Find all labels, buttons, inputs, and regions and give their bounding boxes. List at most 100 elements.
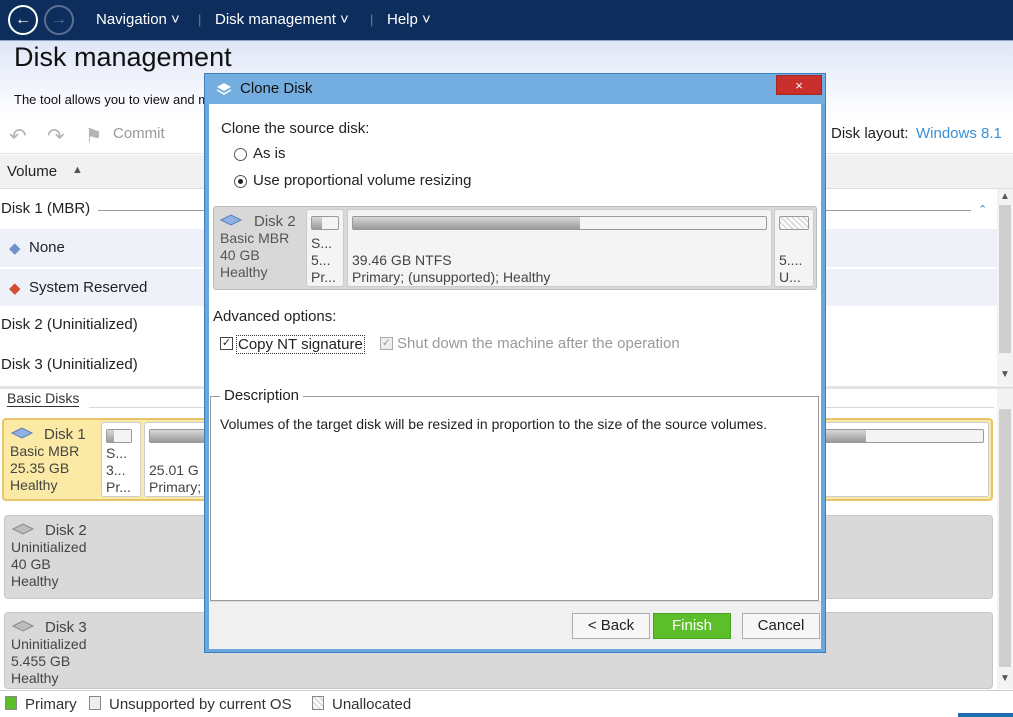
volume-size: 3... bbox=[106, 462, 126, 478]
volume-usage-bar bbox=[311, 216, 339, 230]
nav-separator: | bbox=[370, 12, 374, 27]
radio-proportional[interactable] bbox=[234, 175, 247, 188]
advanced-options-label: Advanced options: bbox=[213, 308, 337, 325]
volume-size: 5... bbox=[311, 252, 331, 268]
volume-icon: ◆ bbox=[9, 240, 21, 257]
clone-source-label: Clone the source disk: bbox=[221, 120, 370, 137]
disk-info: Disk 2 Basic MBR 40 GB Healthy bbox=[220, 213, 296, 281]
radio-proportional-label[interactable]: Use proportional volume resizing bbox=[253, 172, 471, 189]
volume-type: Pr... bbox=[311, 269, 336, 285]
basic-disks-label: Basic Disks bbox=[7, 390, 80, 407]
close-icon: × bbox=[795, 78, 803, 93]
volume-label: S... bbox=[311, 235, 333, 251]
disk-layout-label: Disk layout: bbox=[831, 125, 909, 142]
volume-type: Pr... bbox=[106, 479, 131, 495]
nav-menu-navigation[interactable]: Navigation ˅ bbox=[96, 11, 180, 28]
dialog-title: Clone Disk bbox=[240, 80, 313, 97]
legend-primary: Primary bbox=[25, 696, 77, 713]
cancel-button[interactable]: Cancel bbox=[742, 613, 820, 639]
top-navigation-bar: ← → Navigation ˅ | Disk management ˅ | H… bbox=[0, 0, 1013, 40]
close-button[interactable]: × bbox=[776, 75, 822, 95]
shutdown-checkbox: ✓ bbox=[380, 337, 393, 350]
disk-size: 40 GB bbox=[220, 247, 260, 263]
description-label: Description bbox=[220, 387, 304, 404]
disk-type: Uninitialized bbox=[11, 539, 87, 555]
row-label: Disk 2 (Uninitialized) bbox=[1, 316, 138, 333]
disk-size: 25.35 GB bbox=[10, 460, 70, 476]
disk-size: 40 GB bbox=[11, 556, 51, 572]
disk-status: Healthy bbox=[11, 573, 59, 589]
scroll-down-icon[interactable]: ▼ bbox=[1000, 369, 1010, 380]
collapse-icon[interactable]: ⌃ bbox=[978, 203, 987, 216]
row-label: System Reserved bbox=[29, 279, 148, 296]
volume-size: 25.01 G bbox=[149, 462, 199, 478]
finish-button[interactable]: Finish bbox=[653, 613, 731, 639]
horizontal-scroll-indicator[interactable] bbox=[958, 713, 1013, 717]
radio-as-is[interactable] bbox=[234, 148, 247, 161]
disk-name: Disk 3 bbox=[45, 619, 87, 636]
disk-type: Uninitialized bbox=[11, 636, 87, 652]
disk-name: Disk 1 bbox=[44, 426, 86, 443]
system-volume-icon: ◆ bbox=[9, 280, 21, 297]
volume-tile-unallocated[interactable]: 5.... U... bbox=[774, 209, 814, 287]
volume-size: 39.46 GB NTFS bbox=[352, 252, 452, 268]
disk-type: Basic MBR bbox=[10, 443, 80, 459]
row-label: None bbox=[29, 239, 65, 256]
finish-button-label: Finish bbox=[671, 617, 712, 634]
dialog-titlebar[interactable]: Clone Disk × bbox=[205, 74, 825, 104]
disk-name: Disk 2 bbox=[45, 522, 87, 539]
layers-icon bbox=[216, 83, 232, 95]
volume-tile-system[interactable]: S... 3... Pr... bbox=[101, 422, 141, 497]
back-button-label: < Back bbox=[587, 617, 635, 634]
dialog-body: Clone the source disk: As is Use proport… bbox=[209, 104, 821, 649]
disk-map-scrollbar[interactable]: ▼ bbox=[997, 389, 1013, 689]
disk-name: Disk 2 bbox=[254, 213, 296, 230]
volume-type: U... bbox=[779, 269, 801, 285]
disk-status: Healthy bbox=[11, 670, 59, 686]
nav-menu-help[interactable]: Help ˅ bbox=[387, 11, 431, 28]
cancel-button-label: Cancel bbox=[757, 617, 805, 634]
unallocated-swatch-icon bbox=[312, 696, 324, 710]
nav-menu-disk-management[interactable]: Disk management ˅ bbox=[215, 11, 349, 28]
radio-as-is-label[interactable]: As is bbox=[253, 145, 286, 162]
volume-status: Primary; (unsupported); Healthy bbox=[352, 269, 551, 285]
disk-info: Disk 2 Uninitialized 40 GB Healthy bbox=[11, 522, 87, 590]
nav-separator: | bbox=[198, 12, 202, 27]
copy-nt-label[interactable]: Copy NT signature bbox=[236, 335, 365, 354]
disk-status: Healthy bbox=[220, 264, 268, 280]
scroll-thumb[interactable] bbox=[999, 409, 1011, 667]
legend-bar: Primary Unsupported by current OS Unallo… bbox=[0, 690, 1013, 717]
commit-button[interactable]: Commit bbox=[113, 125, 165, 142]
back-button[interactable]: < Back bbox=[572, 613, 650, 639]
dialog-footer: < Back Finish Cancel bbox=[209, 601, 821, 649]
volume-label: S... bbox=[106, 445, 128, 461]
disk-layout-link[interactable]: Windows 8.1 bbox=[916, 125, 1002, 142]
table-scrollbar[interactable]: ▲ ▼ bbox=[997, 189, 1013, 385]
undo-icon[interactable]: ↶ bbox=[9, 124, 27, 149]
back-arrow-icon[interactable]: ← bbox=[8, 5, 38, 35]
legend-unallocated: Unallocated bbox=[332, 696, 412, 713]
disk-size: 5.455 GB bbox=[11, 653, 71, 669]
page-title: Disk management bbox=[14, 42, 232, 72]
scroll-up-icon[interactable]: ▲ bbox=[1000, 191, 1010, 202]
volume-usage-bar bbox=[779, 216, 809, 230]
volume-tile-system[interactable]: S... 5... Pr... bbox=[306, 209, 344, 287]
volume-type: Primary; bbox=[149, 479, 202, 495]
disk-type: Basic MBR bbox=[220, 230, 290, 246]
shutdown-label: Shut down the machine after the operatio… bbox=[397, 335, 680, 352]
description-group: Description Volumes of the target disk w… bbox=[210, 387, 819, 601]
volume-size: 5.... bbox=[779, 252, 803, 268]
copy-nt-checkbox[interactable]: ✓ bbox=[220, 337, 233, 350]
volume-tile-primary[interactable]: 39.46 GB NTFS Primary; (unsupported); He… bbox=[347, 209, 772, 287]
redo-icon[interactable]: ↷ bbox=[47, 124, 65, 149]
volume-usage-bar bbox=[352, 216, 767, 230]
commit-flag-icon[interactable]: ⚑ bbox=[85, 125, 102, 148]
source-disk-map: Disk 2 Basic MBR 40 GB Healthy S... 5...… bbox=[213, 206, 817, 290]
row-label: Disk 1 (MBR) bbox=[1, 200, 91, 217]
legend-unsupported: Unsupported by current OS bbox=[109, 696, 292, 713]
scroll-thumb[interactable] bbox=[999, 205, 1011, 353]
scroll-down-icon[interactable]: ▼ bbox=[1000, 673, 1010, 684]
sort-up-icon: ▲ bbox=[72, 164, 83, 176]
forward-arrow-icon[interactable]: → bbox=[44, 5, 74, 35]
unsupported-swatch-icon bbox=[89, 696, 101, 710]
